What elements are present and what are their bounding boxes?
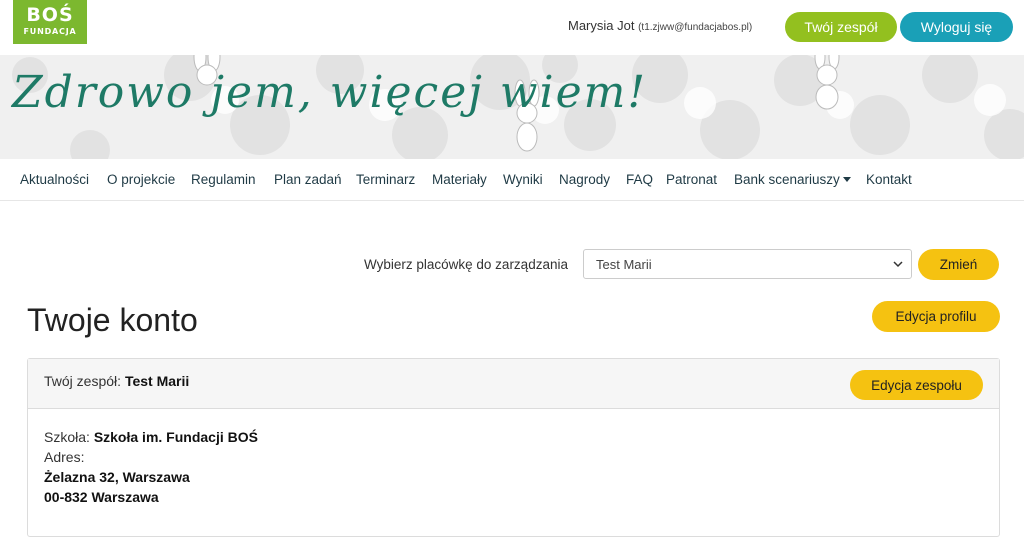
edit-profile-button[interactable]: Edycja profilu xyxy=(872,301,1000,332)
chevron-down-icon xyxy=(893,261,903,268)
edit-team-button[interactable]: Edycja zespołu xyxy=(850,370,983,400)
user-name: Marysia Jot xyxy=(568,18,635,33)
school-label: Szkoła: xyxy=(44,429,90,445)
nav-item-faq[interactable]: FAQ xyxy=(626,172,653,187)
facility-select[interactable]: Test Marii xyxy=(583,249,912,279)
team-button[interactable]: Twój zespół xyxy=(785,12,897,42)
address-line-1: Żelazna 32, Warszawa xyxy=(44,469,190,485)
nav-item-aktualnosci[interactable]: Aktualności xyxy=(20,172,89,187)
team-card: Twój zespół: Test Marii Edycja zespołu S… xyxy=(27,358,1000,537)
nav-item-patronat[interactable]: Patronat xyxy=(666,172,717,187)
team-label: Twój zespół: xyxy=(44,373,122,389)
nav-item-o-projekcie[interactable]: O projekcie xyxy=(107,172,175,187)
nav-item-terminarz[interactable]: Terminarz xyxy=(356,172,415,187)
logo-name: BOŚ xyxy=(26,4,74,26)
facility-select-value: Test Marii xyxy=(596,257,652,272)
user-info: Marysia Jot (t1.zjww@fundacjabos.pl) xyxy=(568,18,752,33)
banner-title: Zdrowo jem, więcej wiem! xyxy=(12,67,648,118)
user-email: (t1.zjww@fundacjabos.pl) xyxy=(638,22,753,33)
nav-item-bank-label: Bank scenariuszy xyxy=(734,172,840,187)
nav-item-wyniki[interactable]: Wyniki xyxy=(503,172,543,187)
address-label: Adres: xyxy=(44,449,85,465)
change-facility-button[interactable]: Zmień xyxy=(918,249,999,280)
team-info: Twój zespół: Test Marii xyxy=(44,373,189,389)
team-card-header: Twój zespół: Test Marii Edycja zespołu xyxy=(28,359,999,409)
nav-item-plan-zadan[interactable]: Plan zadań xyxy=(274,172,342,187)
main-nav: Aktualności O projekcie Regulamin Plan z… xyxy=(0,159,1024,201)
team-name: Test Marii xyxy=(124,373,190,389)
page-title: Twoje konto xyxy=(27,302,198,338)
school-row: Szkoła: Szkoła im. Fundacji BOŚ xyxy=(44,427,258,447)
caret-down-icon xyxy=(842,177,851,182)
team-card-body: Szkoła: Szkoła im. Fundacji BOŚ Adres: Ż… xyxy=(44,427,258,507)
nav-item-kontakt[interactable]: Kontakt xyxy=(866,172,912,187)
school-name: Szkoła im. Fundacji BOŚ xyxy=(93,429,258,445)
address-line-2: 00-832 Warszawa xyxy=(44,489,159,505)
nav-item-materialy[interactable]: Materiały xyxy=(432,172,487,187)
nav-item-regulamin[interactable]: Regulamin xyxy=(191,172,256,187)
nav-item-nagrody[interactable]: Nagrody xyxy=(559,172,610,187)
logo-subtitle: FUNDACJA xyxy=(23,27,77,36)
top-bar: BOŚ FUNDACJA Marysia Jot (t1.zjww@fundac… xyxy=(0,0,1024,55)
nav-item-bank-scenariuszy[interactable]: Bank scenariuszy xyxy=(734,172,851,187)
banner: Zdrowo jem, więcej wiem! xyxy=(0,55,1024,159)
fundacja-bos-logo[interactable]: BOŚ FUNDACJA xyxy=(13,0,87,44)
facility-select-label: Wybierz placówkę do zarządzania xyxy=(364,257,568,272)
logout-button[interactable]: Wyloguj się xyxy=(900,12,1013,42)
